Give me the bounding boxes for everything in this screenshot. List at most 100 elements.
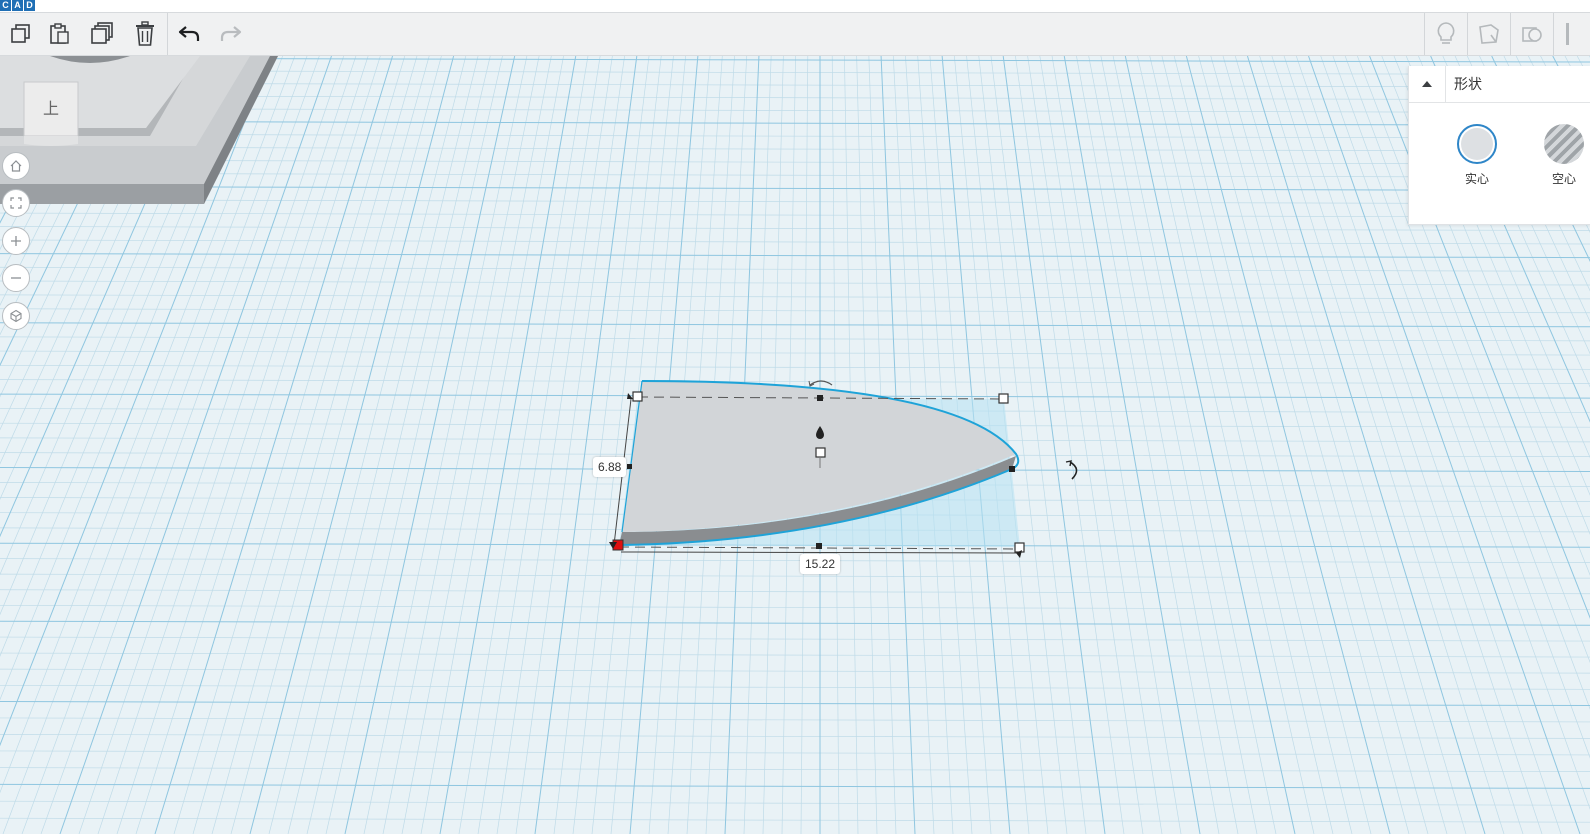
- grid-line: [1076, 56, 1220, 834]
- perspective-icon: [10, 309, 22, 323]
- home-view-button[interactable]: [2, 152, 30, 180]
- grid-line: [0, 437, 1590, 443]
- grid-line: [917, 56, 973, 834]
- grid-line: [0, 452, 1590, 458]
- grid-line: [905, 56, 954, 834]
- grid-line: [1088, 56, 1239, 834]
- delete-button[interactable]: [124, 13, 166, 55]
- redo-button[interactable]: [210, 13, 252, 55]
- shapes-icon: [1522, 27, 1542, 42]
- logo-letter: C: [0, 0, 11, 11]
- duplicate-button[interactable]: [81, 13, 123, 55]
- undo-button[interactable]: [168, 13, 210, 55]
- grid-line: [831, 56, 840, 834]
- fit-view-button[interactable]: [2, 189, 30, 217]
- zoom-out-button[interactable]: [2, 264, 30, 292]
- grid-line: [781, 56, 796, 834]
- grid-line: [686, 56, 735, 834]
- grid-line: [0, 605, 1590, 610]
- home-icon: [10, 160, 22, 172]
- grid-line: [0, 767, 1590, 772]
- grid-line: [929, 56, 992, 834]
- view-cube[interactable]: 上: [0, 56, 290, 216]
- hole-option-label: 空心: [1551, 172, 1576, 186]
- grid-line: [0, 636, 1590, 642]
- notes-button[interactable]: [1468, 13, 1510, 55]
- hint-button[interactable]: [1425, 13, 1467, 55]
- grid-line: [0, 422, 1590, 428]
- grid-line: [0, 573, 1590, 579]
- shapes-button[interactable]: [1511, 13, 1553, 55]
- grid-line: [800, 56, 809, 834]
- grid-line: [382, 56, 540, 834]
- grid-line: [0, 589, 1590, 595]
- grid-line: [496, 56, 613, 834]
- grid-line: [1149, 56, 1334, 834]
- grid-line: [401, 56, 552, 834]
- hole-swatch: [1544, 124, 1584, 164]
- app-logo[interactable]: C A D: [0, 0, 36, 11]
- grid-line: [0, 800, 1590, 806]
- grid-line: [0, 527, 1590, 533]
- copy-icon: [11, 24, 30, 43]
- grid-line: [420, 56, 564, 834]
- duplicate-icon: [91, 22, 113, 44]
- zoom-in-button[interactable]: [2, 227, 30, 255]
- panel-collapse-button[interactable]: [1409, 66, 1446, 102]
- grid-line: [0, 542, 1590, 548]
- grid-line: [629, 56, 699, 834]
- grid-line: [0, 652, 1590, 658]
- grid-line: [363, 56, 528, 834]
- view-cube-face-label: 上: [43, 100, 59, 118]
- grid-line: [0, 266, 1590, 272]
- grid-line: [1112, 56, 1277, 834]
- grid-line: [1027, 56, 1144, 834]
- grid-line: [667, 56, 723, 834]
- grid-line: [0, 717, 1590, 723]
- toolbar: [0, 13, 1590, 56]
- grid-line: [868, 56, 897, 834]
- width-dimension-label[interactable]: 15.22: [800, 554, 841, 574]
- grid-line: [268, 56, 467, 834]
- notes-icon: [1479, 24, 1499, 44]
- delete-icon: [136, 21, 154, 46]
- perspective-button[interactable]: [2, 302, 30, 330]
- grid-line: [0, 379, 1590, 384]
- solid-option-label: 实心: [1464, 172, 1489, 186]
- grid-line: [892, 56, 935, 834]
- grid-line: [0, 701, 1590, 707]
- hole-option[interactable]: 空心: [1544, 124, 1584, 187]
- grid-line: [0, 482, 1590, 487]
- grid-line: [0, 350, 1590, 356]
- grid-line: [0, 467, 1590, 473]
- workplane[interactable]: 上 6.88 15.22: [0, 56, 1590, 834]
- undo-icon: [178, 26, 200, 41]
- grid-line: [0, 668, 1590, 674]
- grid-line: [306, 56, 491, 834]
- grid-line: [880, 56, 916, 834]
- grid-line: [0, 322, 1590, 328]
- grid-line: [1210, 56, 1429, 834]
- logo-letter: A: [12, 0, 23, 11]
- grid-line: [724, 56, 760, 834]
- toolbar-separator: [1553, 13, 1554, 55]
- grid-line: [0, 253, 1590, 259]
- solid-option[interactable]: 实心: [1457, 124, 1497, 187]
- grid-line: [1137, 56, 1315, 834]
- depth-dimension-label[interactable]: 6.88: [593, 457, 627, 477]
- logo-letter: D: [24, 0, 35, 11]
- copy-button[interactable]: [0, 13, 42, 55]
- grid-line: [1039, 56, 1163, 834]
- grid-line: [439, 56, 577, 834]
- grid-line: [0, 817, 1590, 823]
- zoom-out-icon: [11, 277, 21, 279]
- grid-line: [1015, 56, 1125, 834]
- caret-up-icon: [1422, 81, 1432, 87]
- paste-icon: [50, 23, 69, 44]
- redo-icon: [220, 26, 242, 41]
- logo-bar: C A D: [0, 0, 1590, 13]
- grid-line: [1173, 56, 1372, 834]
- grid-line: [966, 56, 1049, 834]
- shape-panel: 形状 实心 空心: [1408, 66, 1590, 225]
- paste-button[interactable]: [38, 13, 80, 55]
